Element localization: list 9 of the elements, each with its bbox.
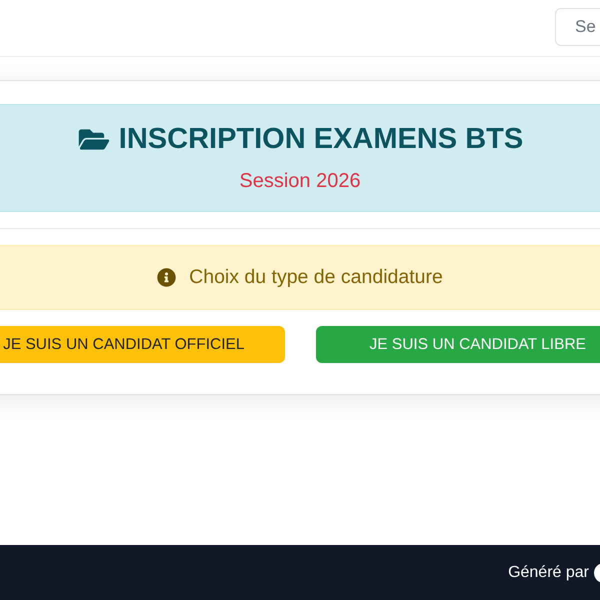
candidate-type-button[interactable]: JE SUIS UN CANDIDAT LIBRE (316, 326, 600, 363)
notice-text: Choix du type de candidature (189, 266, 443, 289)
page-title: INSCRIPTION EXAMENS BTS (118, 122, 524, 157)
circle-logo-icon (594, 562, 600, 582)
session-label: Session 2026 (239, 169, 361, 193)
login-button[interactable]: Se (555, 8, 600, 46)
info-icon (157, 268, 176, 287)
footer-text: Généré par (508, 564, 589, 582)
candidate-type-button[interactable]: JE SUIS UN CANDIDAT OFFICIEL (0, 326, 284, 363)
